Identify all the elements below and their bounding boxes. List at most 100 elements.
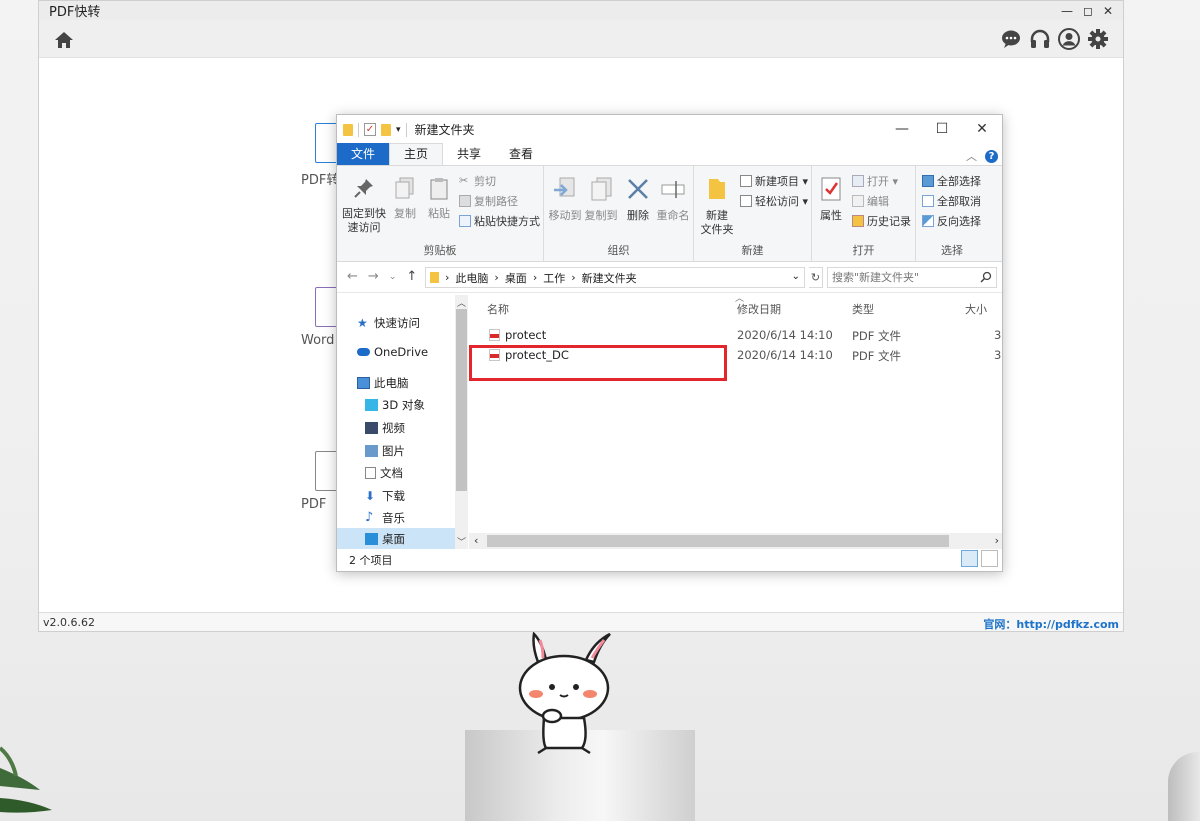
nav-item-this-pc[interactable]: 此电脑 xyxy=(357,375,409,391)
edit-icon xyxy=(852,195,864,207)
refresh-button[interactable]: ↻ xyxy=(809,267,823,288)
search-input[interactable]: 搜索"新建文件夹" xyxy=(827,267,997,288)
address-dropdown-icon[interactable]: ⌄ xyxy=(792,271,800,282)
large-icons-view-icon[interactable] xyxy=(981,550,998,567)
nav-item-videos[interactable]: 视频 xyxy=(365,420,405,436)
copy-path-button[interactable]: 复制路径 xyxy=(459,193,518,209)
video-icon xyxy=(365,422,378,434)
nav-item-pictures[interactable]: 图片 xyxy=(365,443,405,459)
rename-button[interactable]: 重命名 xyxy=(656,176,690,223)
scroll-left-icon[interactable]: ‹ xyxy=(474,534,478,547)
paste-button[interactable]: 粘贴 xyxy=(425,176,453,221)
user-icon[interactable] xyxy=(1058,28,1080,50)
close-button[interactable]: ✕ xyxy=(1103,4,1113,18)
breadcrumb-item[interactable]: 桌面 xyxy=(505,270,527,286)
star-icon: ★ xyxy=(357,317,370,329)
tab-view[interactable]: 查看 xyxy=(495,143,547,165)
paste-icon xyxy=(428,176,450,200)
easy-access-button[interactable]: 轻松访问 ▾ xyxy=(740,193,808,209)
select-all-button[interactable]: 全部选择 xyxy=(922,173,981,189)
tab-file[interactable]: 文件 xyxy=(337,143,389,165)
address-bar[interactable]: › 此电脑 › 桌面 › 工作 › 新建文件夹 ⌄ xyxy=(425,267,805,288)
back-arrow-icon[interactable]: ← xyxy=(347,269,358,285)
collapse-ribbon-icon[interactable]: ︿ xyxy=(966,148,977,164)
cut-button[interactable]: ✂剪切 xyxy=(459,173,496,189)
explorer-title: 新建文件夹 xyxy=(415,121,475,138)
nav-scrollbar-thumb[interactable] xyxy=(456,309,467,491)
ribbon-tabs: 文件 主页 共享 查看 ︿ ? xyxy=(337,144,1002,166)
nav-item-quick-access[interactable]: ★ 快速访问 xyxy=(357,315,420,331)
column-header-type[interactable]: 类型 xyxy=(852,301,874,317)
nav-item-music[interactable]: ♪ 音乐 xyxy=(365,510,405,526)
tab-home[interactable]: 主页 xyxy=(389,143,443,165)
explorer-maximize-button[interactable]: ☐ xyxy=(922,115,962,144)
nav-item-downloads[interactable]: ⬇ 下载 xyxy=(365,488,405,504)
rename-icon xyxy=(660,176,686,202)
website-link[interactable]: 官网：http://pdfkz.com xyxy=(983,616,1119,632)
history-button[interactable]: 历史记录 xyxy=(852,213,911,229)
easy-access-icon xyxy=(740,195,752,207)
open-icon xyxy=(852,175,864,187)
nav-item-onedrive[interactable]: OneDrive xyxy=(357,345,428,359)
app-toolbar xyxy=(39,20,1123,58)
chevron-down-icon[interactable]: ▾ xyxy=(396,125,401,135)
nav-item-3d-objects[interactable]: 3D 对象 xyxy=(365,397,425,413)
version-label: v2.0.6.62 xyxy=(43,616,95,629)
properties-button[interactable]: 属性 xyxy=(816,176,846,223)
properties-icon[interactable]: ✓ xyxy=(364,123,376,136)
move-to-button[interactable]: 移动到 xyxy=(548,176,582,223)
file-row[interactable]: protect 2020/6/14 14:10 PDF 文件 3 xyxy=(489,325,999,345)
copy-to-icon xyxy=(588,176,614,202)
new-folder-icon[interactable] xyxy=(381,124,391,136)
nav-item-documents[interactable]: 文档 xyxy=(365,465,403,481)
paste-shortcut-button[interactable]: 粘贴快捷方式 xyxy=(459,213,540,229)
tab-share[interactable]: 共享 xyxy=(443,143,495,165)
column-header-date[interactable]: 修改日期 xyxy=(737,301,781,317)
horizontal-scrollbar-thumb[interactable] xyxy=(487,535,949,547)
explorer-window-controls: — ☐ ✕ xyxy=(882,115,1002,144)
nav-scrollbar[interactable]: ︿ ﹀ xyxy=(455,295,468,549)
breadcrumb-item[interactable]: 此电脑 xyxy=(455,270,488,286)
column-header-size[interactable]: 大小 xyxy=(965,301,987,317)
help-icon[interactable]: ? xyxy=(985,150,998,163)
column-header-name[interactable]: 名称 xyxy=(487,301,509,317)
delete-button[interactable]: 删除 xyxy=(624,176,652,223)
invert-selection-button[interactable]: 反向选择 xyxy=(922,213,981,229)
file-explorer-window: ✓ ▾ 新建文件夹 — ☐ ✕ 文件 主页 共享 查看 ︿ ? 固定到快 速访问 xyxy=(336,114,1003,572)
scroll-up-icon[interactable]: ︿ xyxy=(457,296,466,309)
edit-button[interactable]: 编辑 xyxy=(852,193,889,209)
new-item-icon xyxy=(740,175,752,187)
breadcrumb-item[interactable]: 工作 xyxy=(543,270,565,286)
breadcrumb-item[interactable]: 新建文件夹 xyxy=(582,270,637,286)
app-footer: v2.0.6.62 官网：http://pdfkz.com xyxy=(39,612,1123,631)
invert-selection-icon xyxy=(922,215,934,227)
minimize-button[interactable]: — xyxy=(1061,4,1073,18)
copy-button[interactable]: 复制 xyxy=(391,176,419,221)
file-size: 3 xyxy=(994,348,1001,362)
file-type: PDF 文件 xyxy=(852,348,901,364)
home-icon[interactable] xyxy=(53,29,75,51)
nav-item-desktop[interactable]: 桌面 xyxy=(337,528,455,549)
scroll-right-icon[interactable]: › xyxy=(995,534,999,547)
up-arrow-icon[interactable]: ↑ xyxy=(406,269,417,285)
scissors-icon: ✂ xyxy=(459,175,471,187)
open-button[interactable]: 打开 ▾ xyxy=(852,173,898,189)
headset-icon[interactable] xyxy=(1029,28,1051,50)
maximize-button[interactable]: ◻ xyxy=(1083,4,1093,18)
explorer-minimize-button[interactable]: — xyxy=(882,115,922,144)
select-none-button[interactable]: 全部取消 xyxy=(922,193,981,209)
explorer-close-button[interactable]: ✕ xyxy=(962,115,1002,144)
group-clipboard: 固定到快 速访问 复制 粘贴 ✂剪切 复制路径 粘贴快捷方式 剪贴板 xyxy=(337,166,544,262)
forward-arrow-icon[interactable]: → xyxy=(368,269,379,285)
new-folder-button[interactable]: 新建 文件夹 xyxy=(700,176,734,237)
gear-icon[interactable] xyxy=(1087,28,1109,50)
rabbit-mascot xyxy=(512,632,616,758)
new-item-button[interactable]: 新建项目 ▾ xyxy=(740,173,808,189)
details-view-icon[interactable] xyxy=(961,550,978,567)
copy-to-button[interactable]: 复制到 xyxy=(584,176,618,223)
plant-decoration xyxy=(0,728,60,821)
navigation-pane: ★ 快速访问 OneDrive 此电脑 3D 对象 视频 图片 文档 ⬇ xyxy=(337,295,469,549)
pin-quick-access-button[interactable]: 固定到快 速访问 xyxy=(341,176,387,235)
chat-icon[interactable] xyxy=(1000,28,1022,50)
recent-chevron-icon[interactable]: ⌄ xyxy=(389,269,397,285)
